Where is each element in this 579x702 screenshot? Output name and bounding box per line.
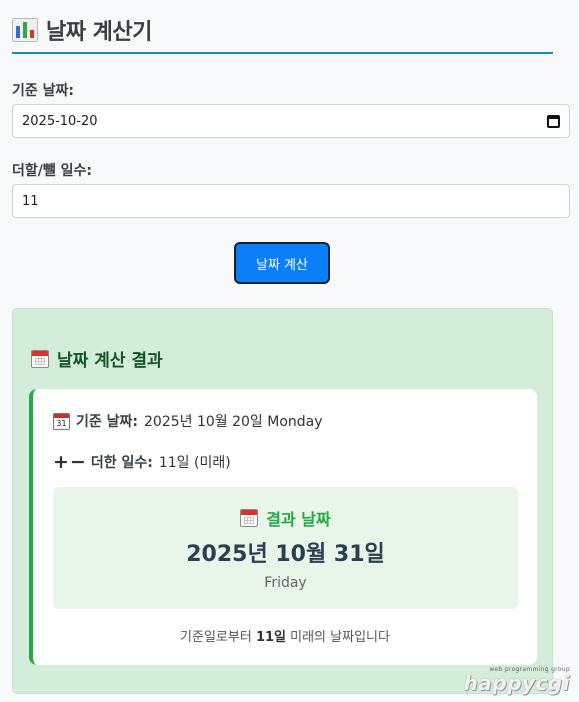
result-base-date-label: 기준 날짜: [76,414,138,430]
watermark-logo: web programming group happycgi [464,666,570,693]
result-date-heading: 결과 날짜 [53,506,518,530]
watermark-big-text: happycgi [463,671,570,695]
result-card: 31 기준 날짜: 2025년 10월 20일 Monday + − 더한 일수:… [29,389,537,665]
added-days-row: + − 더한 일수: 11일 (미래) [53,451,231,473]
calendar-picker-icon[interactable] [547,114,560,128]
days-value: 11 [22,193,39,209]
base-date-value: 2025-10-20 [22,113,98,129]
result-date-box: 결과 날짜 2025년 10월 31일 Friday [53,487,518,609]
note-days: 11일 [255,630,286,645]
added-days-label: 더한 일수: [90,455,153,471]
result-base-date-value: 2025년 10월 20일 Monday [144,414,323,430]
calendar-icon [240,509,259,527]
added-days-value: 11일 (미래) [158,455,231,471]
page-title-text: 날짜 계산기 [46,20,152,45]
bar-chart-icon [12,18,38,42]
calendar-icon [31,349,49,368]
result-date-label: 결과 날짜 [266,510,331,529]
date-icon-number: 31 [56,418,67,428]
calculate-button[interactable]: 날짜 계산 [234,242,330,284]
days-input[interactable]: 11 [12,184,570,218]
plus-minus-icon: + − [53,451,86,473]
page-title: 날짜 계산기 [12,8,553,54]
base-date-input[interactable]: 2025-10-20 [12,104,570,138]
result-date: 2025년 10월 31일 [186,542,385,567]
base-date-label: 기준 날짜: [12,83,74,99]
date-icon: 31 [53,412,70,430]
days-label: 더할/뺄 일수: [12,163,92,179]
note-prefix: 기준일로부터 [180,630,256,645]
result-panel: 날짜 계산 결과 31 기준 날짜: 2025년 10월 20일 Monday … [12,308,553,694]
result-note: 기준일로부터 11일 미래의 날짜입니다 [33,626,537,645]
note-suffix: 미래의 날짜입니다 [286,630,390,645]
result-title: 날짜 계산 결과 [31,346,163,371]
base-date-row: 31 기준 날짜: 2025년 10월 20일 Monday [53,411,323,431]
result-title-text: 날짜 계산 결과 [57,351,163,371]
result-weekday: Friday [264,575,307,591]
